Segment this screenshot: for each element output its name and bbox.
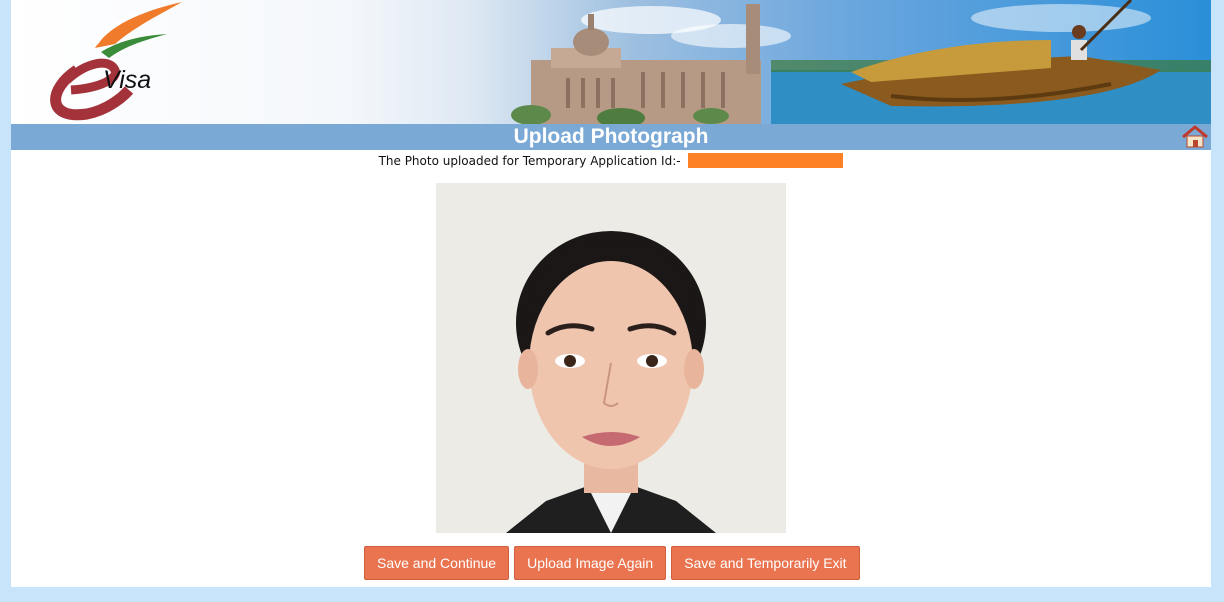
save-and-continue-button[interactable]: Save and Continue — [364, 546, 510, 580]
header-banner: Visa — [11, 0, 1211, 124]
page-container: Visa Upload Photograph The Photo uploade… — [11, 0, 1211, 587]
save-and-temporarily-exit-button[interactable]: Save and Temporarily Exit — [671, 546, 860, 580]
uploaded-photo — [436, 183, 786, 533]
application-id-line: The Photo uploaded for Temporary Applica… — [11, 151, 1211, 171]
banner-scenery — [511, 0, 1211, 124]
evisa-logo-icon — [50, 2, 182, 121]
home-icon[interactable] — [1181, 125, 1209, 149]
upload-image-again-button[interactable]: Upload Image Again — [514, 546, 667, 580]
logo-text: Visa — [103, 66, 152, 94]
application-id-label: The Photo uploaded for Temporary Applica… — [378, 154, 681, 168]
application-id-value — [688, 153, 844, 168]
action-buttons: Save and Continue Upload Image Again Sav… — [364, 546, 860, 580]
page-title-bar: Upload Photograph — [11, 124, 1211, 150]
page-title: Upload Photograph — [513, 125, 709, 148]
portrait-image — [436, 183, 786, 533]
